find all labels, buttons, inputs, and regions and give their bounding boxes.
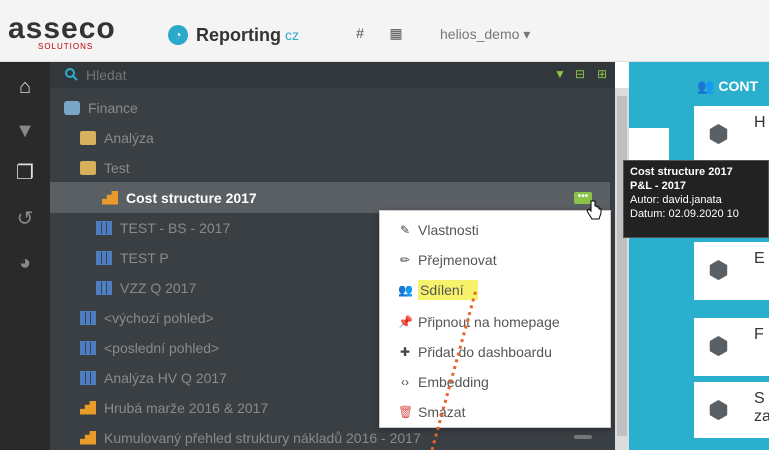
table-icon	[80, 310, 96, 325]
database-select[interactable]: helios_demo ▾	[440, 26, 530, 43]
logo-text: asseco	[8, 12, 116, 45]
tree-item-label: Test	[104, 159, 130, 176]
menu-item-embedding[interactable]: ‹› Embedding	[380, 367, 612, 397]
search-input[interactable]	[86, 65, 506, 85]
tree-header: ▼ ⊟ ⊞	[50, 62, 615, 88]
copy-icon[interactable]: ❐	[12, 160, 38, 186]
finance-icon	[64, 100, 80, 115]
folder-open-icon	[80, 160, 96, 175]
trash-icon: 🗑	[398, 405, 414, 419]
report-tooltip: Cost structure 2017 P&L - 2017 Autor: da…	[623, 160, 769, 238]
cubes-icon: ⬢	[708, 397, 729, 424]
menu-item-label: Přidat do dashboardu	[418, 344, 552, 360]
filter-icon[interactable]: ▼	[12, 118, 38, 144]
tree-item-finance[interactable]: Finance	[50, 92, 610, 123]
scroll-thumb[interactable]	[617, 96, 627, 436]
tree-item-label: VZZ Q 2017	[120, 279, 197, 296]
brand-name: Reporting	[196, 24, 281, 45]
tooltip-author: Autor: david.janata	[630, 194, 722, 206]
reporting-brand[interactable]: ◔ Reporting cz	[168, 22, 299, 48]
grid-icon[interactable]: ▦	[386, 25, 406, 43]
menu-item-label: Embedding	[418, 374, 489, 390]
search-icon	[65, 68, 78, 81]
tree-scrollbar[interactable]	[615, 88, 629, 450]
folder-icon	[80, 130, 96, 145]
tile-label: H	[754, 114, 766, 131]
home-icon[interactable]: ⌂	[12, 74, 38, 100]
tree-item-label: Analýza HV Q 2017	[104, 369, 227, 386]
menu-item-label: Přejmenovat	[418, 252, 497, 268]
tooltip-date: Datum: 02.09.2020 10	[630, 208, 739, 220]
table-icon	[96, 220, 112, 235]
tooltip-title: Cost structure 2017	[630, 166, 733, 178]
share-users-icon: 👥	[398, 283, 413, 297]
edit-icon: ✎	[399, 223, 411, 237]
brand-sub: cz	[285, 27, 299, 43]
collapse-icon[interactable]: ⊟	[572, 66, 588, 82]
code-icon: ‹›	[401, 375, 409, 389]
plus-icon: ✚	[399, 345, 411, 359]
table-icon	[96, 250, 112, 265]
tree-item-label: Kumulovaný přehled struktury nákladů 201…	[104, 429, 421, 446]
menu-item-pin-homepage[interactable]: 📌 Připnout na homepage	[380, 307, 612, 337]
hash-icon[interactable]: #	[350, 25, 370, 43]
asseco-logo[interactable]: asseco SOLUTIONS	[8, 14, 158, 58]
expand-icon[interactable]: ⊞	[594, 66, 610, 82]
table-icon	[80, 340, 96, 355]
table-icon	[96, 280, 112, 295]
hand-cursor-icon	[586, 200, 602, 220]
tree-item-label: <výchozí pohled>	[104, 309, 214, 326]
table-icon	[80, 370, 96, 385]
bar-chart-icon	[80, 430, 96, 445]
menu-item-delete[interactable]: 🗑 Smazat	[380, 397, 612, 427]
menu-item-label: Sdílení	[418, 280, 478, 300]
pin-icon: 📌	[398, 315, 413, 329]
dropdown-icon[interactable]: ▼	[552, 66, 568, 82]
bar-chart-icon	[80, 400, 96, 415]
tree-item-analyza[interactable]: Analýza	[50, 122, 610, 153]
history-icon[interactable]: ↺	[12, 206, 38, 232]
dashboard-icon[interactable]: ◕	[12, 250, 38, 276]
content-tile[interactable]: ⬢ S za	[694, 382, 769, 438]
tree-item-label: Analýza	[104, 129, 154, 146]
content-tile[interactable]: ⬢ E	[694, 242, 769, 300]
tree-item-label: Hrubá marže 2016 & 2017	[104, 399, 269, 416]
menu-item-properties[interactable]: ✎ Vlastnosti	[380, 215, 612, 245]
tile-label: E	[754, 250, 765, 267]
tree-item-cost-structure[interactable]: Cost structure 2017 •••	[50, 182, 610, 213]
context-menu: ✎ Vlastnosti ✏ Přejmenovat 👥 Sdílení 📌 P…	[379, 210, 611, 428]
tree-item-label: Finance	[88, 99, 138, 116]
content-tile[interactable]: ⬢ H	[694, 106, 769, 164]
tree-item-label: TEST - BS - 2017	[120, 219, 231, 236]
cubes-icon: ⬢	[708, 333, 729, 360]
more-options-button[interactable]	[574, 435, 592, 439]
tile-label: F	[754, 326, 764, 343]
reporting-logo-icon: ◔	[168, 25, 188, 45]
menu-item-share[interactable]: 👥 Sdílení	[380, 275, 612, 305]
tooltip-subtitle: P&L - 2017	[630, 180, 687, 192]
cubes-icon: ⬢	[708, 257, 729, 284]
content-tile[interactable]: ⬢ F	[694, 318, 769, 376]
bar-chart-icon	[102, 190, 118, 205]
content-header-label: CONT	[718, 78, 758, 94]
pencil-icon: ✏	[399, 253, 411, 267]
content-header: 👥 CONT	[697, 78, 758, 95]
logo-subtext: SOLUTIONS	[38, 42, 94, 51]
cubes-icon: ⬢	[708, 121, 729, 148]
app-window: asseco SOLUTIONS ◔ Reporting cz # ▦ heli…	[0, 0, 769, 450]
menu-item-label: Smazat	[418, 404, 466, 420]
top-bar: asseco SOLUTIONS ◔ Reporting cz # ▦ heli…	[0, 0, 769, 62]
tile-label: S za	[754, 390, 769, 425]
tree-item-label: <poslední pohled>	[104, 339, 220, 356]
tree-item-label: TEST P	[120, 249, 169, 266]
menu-item-label: Vlastnosti	[418, 222, 479, 238]
tree-item-test[interactable]: Test	[50, 152, 610, 183]
left-icon-bar: ⌂ ▼ ❐ ↺ ◕	[0, 62, 50, 450]
menu-item-label: Připnout na homepage	[418, 314, 560, 330]
tree-item-label: Cost structure 2017	[126, 189, 257, 206]
menu-item-add-dashboard[interactable]: ✚ Přidat do dashboardu	[380, 337, 612, 367]
menu-item-rename[interactable]: ✏ Přejmenovat	[380, 245, 612, 275]
users-icon: 👥	[697, 78, 719, 94]
